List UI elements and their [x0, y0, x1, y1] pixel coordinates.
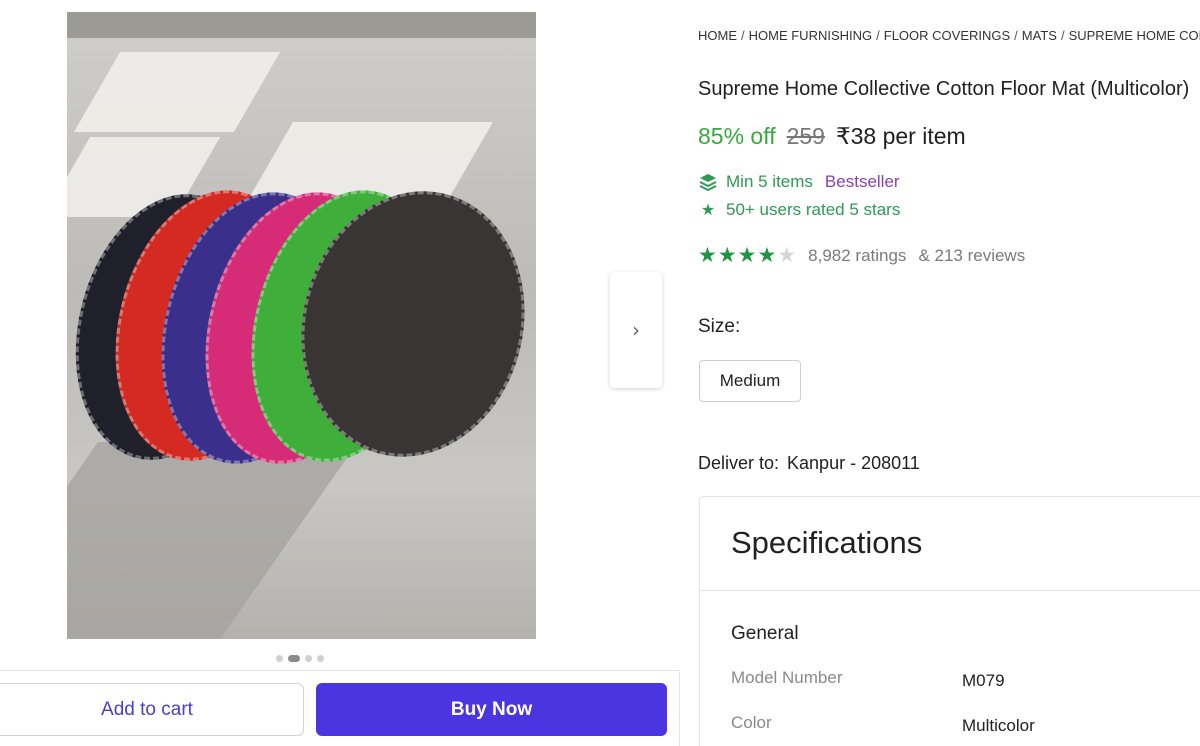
- spec-value: M079: [962, 671, 1005, 690]
- breadcrumb-mats[interactable]: MATS: [1022, 28, 1057, 43]
- carousel-dot[interactable]: [305, 655, 312, 662]
- star-icon: ★: [717, 244, 737, 267]
- size-option-medium[interactable]: Medium: [699, 360, 801, 402]
- star-icon: ★: [757, 244, 777, 267]
- star-icon: ★: [698, 244, 717, 267]
- stack-icon: [698, 172, 718, 192]
- spec-key: Model Number: [731, 668, 843, 687]
- breadcrumb-home-furnishing[interactable]: HOME FURNISHING: [749, 28, 873, 43]
- spec-key: Color: [731, 713, 772, 732]
- size-label: Size:: [698, 316, 741, 337]
- carousel-dot[interactable]: [317, 655, 324, 662]
- ratings-count[interactable]: 8,982 ratings: [808, 246, 906, 266]
- add-to-cart-button[interactable]: Add to cart: [0, 683, 304, 736]
- delivery-location[interactable]: Kanpur - 208011: [787, 453, 920, 473]
- discount-percent: 85% off: [698, 123, 776, 149]
- breadcrumb-brand[interactable]: SUPREME HOME COLLECTIVE: [1069, 28, 1200, 43]
- star-empty-icon: ★: [777, 244, 797, 267]
- breadcrumb-separator: /: [741, 28, 745, 43]
- specifications-card: Specifications General Model Number M079…: [699, 496, 1200, 746]
- bestseller-badge: Bestseller: [824, 172, 900, 191]
- users-rated-row: ★ 50+ users rated 5 stars: [698, 200, 901, 220]
- image-light-patch: [73, 52, 281, 132]
- min-items-text: Min 5 items: [726, 172, 813, 191]
- price-row: 85% off 259 ₹38 per item: [698, 123, 966, 150]
- breadcrumb-home[interactable]: HOME: [698, 28, 737, 43]
- delivery-info: Deliver to: Kanpur - 208011: [698, 453, 920, 474]
- divider: [700, 590, 1200, 591]
- star-badge-icon: ★: [700, 202, 716, 219]
- rating-row: ★ ★ ★ ★ ★ 8,982 ratings & 213 reviews: [698, 245, 1025, 266]
- spec-value: Multicolor: [962, 716, 1035, 735]
- min-items-row: Min 5 items Bestseller: [698, 172, 900, 192]
- reviews-count[interactable]: & 213 reviews: [918, 246, 1025, 266]
- users-rated-text: 50+ users rated 5 stars: [726, 200, 901, 219]
- rating-stars: ★ ★ ★ ★ ★: [698, 245, 796, 266]
- breadcrumb-separator: /: [1014, 28, 1018, 43]
- product-image[interactable]: [67, 12, 536, 639]
- carousel-dots: [276, 655, 324, 662]
- carousel-dot[interactable]: [276, 655, 283, 662]
- breadcrumb-separator: /: [876, 28, 880, 43]
- breadcrumb: HOME / HOME FURNISHING / FLOOR COVERINGS / MAT…: [698, 28, 1200, 43]
- carousel-dot-active[interactable]: [288, 655, 300, 662]
- product-title: Supreme Home Collective Cotton Floor Mat…: [698, 78, 1190, 100]
- chevron-right-icon: ›: [632, 318, 640, 342]
- image-shadow: [67, 442, 359, 639]
- deliver-to-label: Deliver to:: [698, 453, 780, 473]
- current-price: ₹38 per item: [835, 123, 966, 149]
- breadcrumb-separator: /: [1060, 28, 1065, 43]
- image-wall: [67, 12, 536, 38]
- action-bar: Add to cart Buy Now: [0, 670, 680, 746]
- original-price: 259: [786, 123, 825, 149]
- spec-section-title: General: [731, 623, 799, 644]
- specifications-title: Specifications: [731, 525, 923, 560]
- breadcrumb-floor-coverings[interactable]: FLOOR COVERINGS: [884, 28, 1010, 43]
- buy-now-button[interactable]: Buy Now: [316, 683, 667, 736]
- next-image-button[interactable]: ›: [610, 272, 662, 388]
- star-icon: ★: [737, 244, 757, 267]
